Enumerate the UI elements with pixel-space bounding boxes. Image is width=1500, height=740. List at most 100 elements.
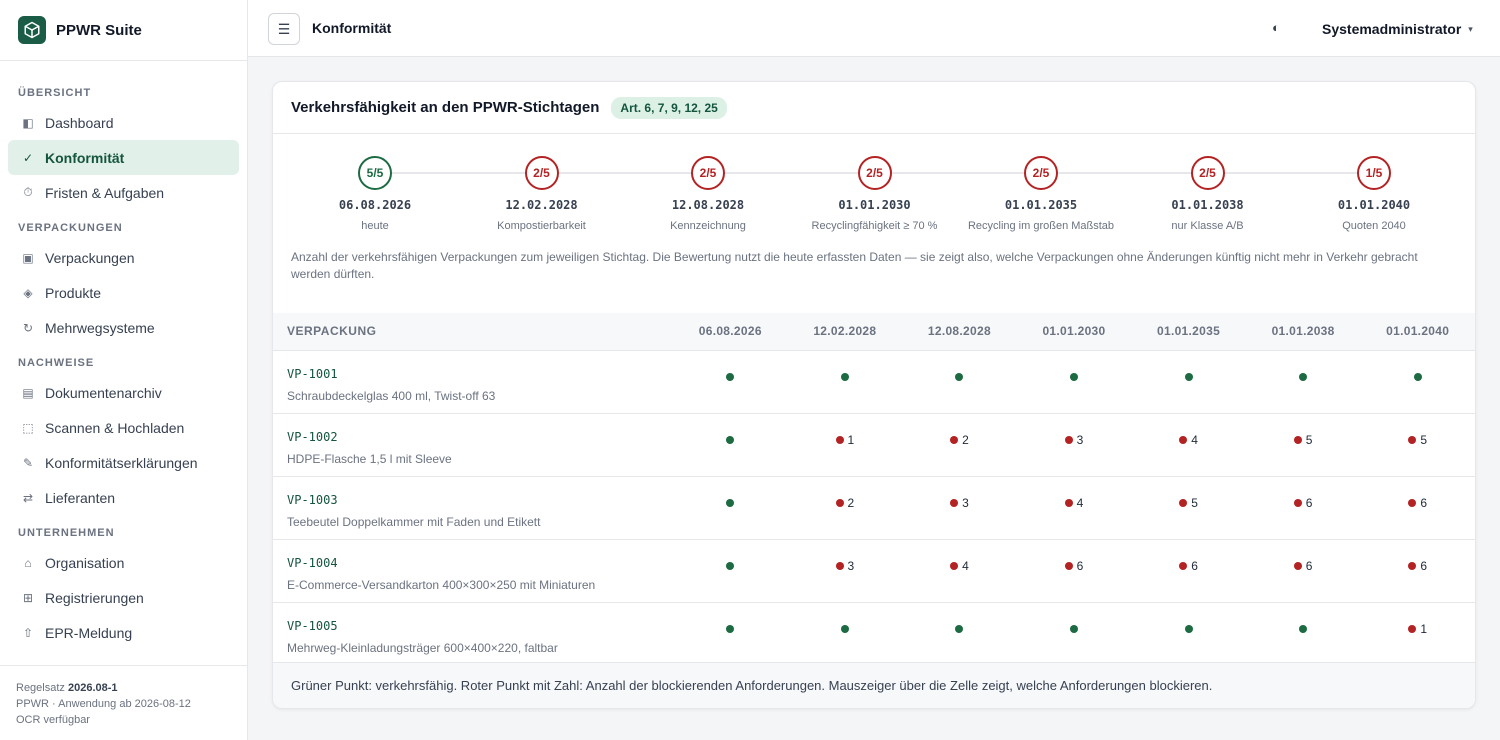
status-cell[interactable]: 6 <box>1360 539 1475 602</box>
timeline-label: Recycling im großen Maßstab <box>967 220 1115 232</box>
status-cell[interactable]: 5 <box>1360 413 1475 476</box>
blocking-count: 6 <box>1420 495 1428 510</box>
sidebar-item-scannen-hochladen[interactable]: ⬚ Scannen & Hochladen <box>8 410 239 445</box>
status-cell[interactable] <box>1131 602 1246 665</box>
sidebar-item-konformitätserklärungen[interactable]: ✎ Konformitätserklärungen <box>8 445 239 480</box>
blocking-count: 2 <box>847 495 855 510</box>
timeline-step[interactable]: 2/5 12.08.2028 Kennzeichnung <box>618 156 798 232</box>
table-row[interactable]: VP-1001 Schraubdeckelglas 400 ml, Twist-o… <box>273 350 1475 413</box>
package-name: HDPE-Flasche 1,5 l mit Sleeve <box>287 451 452 466</box>
package-cell: VP-1001 Schraubdeckelglas 400 ml, Twist-o… <box>273 350 673 413</box>
menu-toggle-button[interactable]: ☰ <box>268 13 300 45</box>
sidebar-footer: Regelsatz 2026.08-1 PPWR · Anwendung ab … <box>0 665 247 740</box>
status-cell[interactable] <box>902 350 1017 413</box>
status-ok <box>726 372 735 381</box>
status-cell[interactable] <box>673 602 788 665</box>
status-cell[interactable]: 1 <box>1360 602 1475 665</box>
status-cell[interactable]: 2 <box>902 413 1017 476</box>
status-cell[interactable] <box>673 413 788 476</box>
status-cell[interactable]: 2 <box>788 476 903 539</box>
timeline-step[interactable]: 2/5 01.01.2035 Recycling im großen Maßstab <box>951 156 1131 232</box>
dashboard-icon: ◧ <box>22 115 34 130</box>
sidebar-item-label: Scannen & Hochladen <box>45 419 185 436</box>
timeline-step[interactable]: 5/5 06.08.2026 heute <box>285 156 465 232</box>
package-id-link[interactable]: VP-1002 <box>287 430 673 444</box>
brand[interactable]: PPWR Suite <box>0 0 247 61</box>
blocking-count: 3 <box>847 558 855 573</box>
status-cell[interactable] <box>1246 350 1361 413</box>
table-row[interactable]: VP-1002 HDPE-Flasche 1,5 l mit Sleeve 1 2 3 4… <box>273 413 1475 476</box>
timeline-step[interactable]: 2/5 01.01.2038 nur Klasse A/B <box>1118 156 1298 232</box>
blocking-count: 4 <box>962 558 969 573</box>
table-header-row: VERPACKUNG 06.08.2026 12.02.2028 12.08.2028… <box>273 313 1475 350</box>
timeline-score: 2/5 <box>1024 156 1058 190</box>
sidebar-item-fristen-aufgaben[interactable]: ⏱ Fristen & Aufgaben <box>8 175 239 210</box>
timeline-step[interactable]: 2/5 01.01.2030 Recyclingfähigkeit ≥ 70 % <box>785 156 965 232</box>
status-cell[interactable] <box>1017 350 1132 413</box>
timeline-step[interactable]: 1/5 01.01.2040 Quoten 2040 <box>1284 156 1464 232</box>
blocking-count: 3 <box>962 495 969 510</box>
package-id-link[interactable]: VP-1004 <box>287 556 673 570</box>
status-cell[interactable]: 5 <box>1131 476 1246 539</box>
sidebar-item-verpackungen[interactable]: ▣ Verpackungen <box>8 240 239 275</box>
red-dot-icon <box>1408 561 1417 570</box>
green-dot-icon <box>1184 372 1193 381</box>
sidebar-item-konformität[interactable]: ✓ Konformität <box>8 140 239 175</box>
status-cell[interactable]: 4 <box>1131 413 1246 476</box>
column-header-date: 01.01.2035 <box>1157 324 1221 339</box>
status-cell[interactable] <box>673 476 788 539</box>
blocking-count: 3 <box>1076 432 1084 447</box>
status-cell[interactable]: 6 <box>1131 539 1246 602</box>
red-dot-icon <box>950 498 959 507</box>
sidebar-item-dokumentenarchiv[interactable]: ▤ Dokumentenarchiv <box>8 375 239 410</box>
sidebar-item-produkte[interactable]: ◈ Produkte <box>8 275 239 310</box>
package-id-link[interactable]: VP-1001 <box>287 367 673 381</box>
sidebar-item-mehrwegsysteme[interactable]: ↻ Mehrwegsysteme <box>8 310 239 345</box>
sidebar-item-registrierungen[interactable]: ⊞ Registrierungen <box>8 580 239 615</box>
timeline-step[interactable]: 2/5 12.02.2028 Kompostierbarkeit <box>452 156 632 232</box>
sidebar-item-lieferanten[interactable]: ⇄ Lieferanten <box>8 480 239 515</box>
status-cell[interactable]: 3 <box>902 476 1017 539</box>
sidebar-item-epr-meldung[interactable]: ⇧ EPR-Meldung <box>8 615 239 650</box>
sidebar-item-organisation[interactable]: ⌂ Organisation <box>8 545 239 580</box>
green-dot-icon <box>726 435 735 444</box>
package-id-link[interactable]: VP-1005 <box>287 619 673 633</box>
column-header-date: 12.08.2028 <box>927 324 991 339</box>
status-blocked: 2 <box>950 433 969 447</box>
status-cell[interactable] <box>1131 350 1246 413</box>
status-cell[interactable]: 6 <box>1360 476 1475 539</box>
column-header-date: 01.01.2030 <box>1042 324 1106 339</box>
status-cell[interactable] <box>788 350 903 413</box>
package-id-link[interactable]: VP-1003 <box>287 493 673 507</box>
status-cell[interactable]: 3 <box>788 539 903 602</box>
status-cell[interactable] <box>788 602 903 665</box>
status-cell[interactable] <box>1017 602 1132 665</box>
sidebar-item-dashboard[interactable]: ◧ Dashboard <box>8 105 239 140</box>
status-cell[interactable]: 1 <box>788 413 903 476</box>
status-blocked: 4 <box>1064 496 1083 510</box>
user-menu[interactable]: Systemadministrator ▾ <box>1322 21 1473 37</box>
nav-section-title: VERPACKUNGEN <box>18 222 123 234</box>
hamburger-icon: ☰ <box>277 20 291 37</box>
status-cell[interactable] <box>1246 602 1361 665</box>
status-cell[interactable]: 6 <box>1246 476 1361 539</box>
timeline-label: heute <box>361 220 389 232</box>
status-blocked: 1 <box>1408 622 1427 636</box>
page-title: Konformität <box>312 20 392 36</box>
status-cell[interactable] <box>673 539 788 602</box>
table-row[interactable]: VP-1005 Mehrweg-Kleinladungsträger 600×40… <box>273 602 1475 665</box>
status-cell[interactable]: 4 <box>902 539 1017 602</box>
red-dot-icon <box>1179 561 1188 570</box>
status-cell[interactable]: 3 <box>1017 413 1132 476</box>
status-cell[interactable]: 6 <box>1017 539 1132 602</box>
status-cell[interactable] <box>673 350 788 413</box>
status-cell[interactable]: 5 <box>1246 413 1361 476</box>
table-row[interactable]: VP-1004 E-Commerce-Versandkarton 400×300×… <box>273 539 1475 602</box>
status-cell[interactable]: 6 <box>1246 539 1361 602</box>
status-cell[interactable]: 4 <box>1017 476 1132 539</box>
status-blocked: 4 <box>950 559 969 573</box>
theme-toggle-icon[interactable]: ◐ <box>1272 20 1280 35</box>
status-cell[interactable] <box>1360 350 1475 413</box>
status-cell[interactable] <box>902 602 1017 665</box>
table-row[interactable]: VP-1003 Teebeutel Doppelkammer mit Faden … <box>273 476 1475 539</box>
